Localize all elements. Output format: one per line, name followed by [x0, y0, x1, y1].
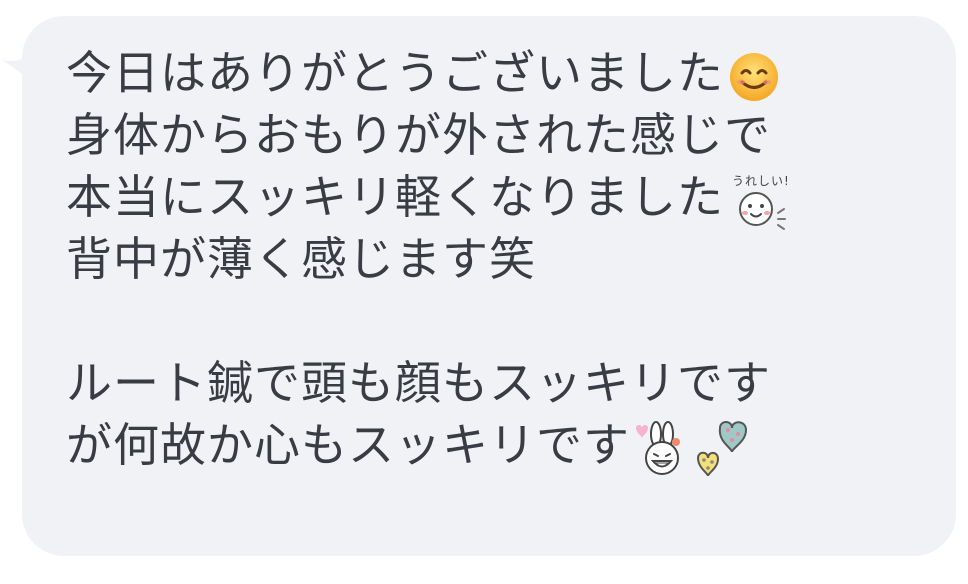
hearts-emoji-icon	[692, 418, 754, 480]
smiling-face-emoji-icon	[728, 51, 780, 103]
sticker-text: うれしい!	[732, 174, 790, 188]
message-line-2: 身体からおもりが外された感じで	[66, 108, 771, 162]
message-line-1: 今日はありがとうございました	[66, 42, 926, 104]
bunny-face-emoji-icon	[634, 420, 688, 478]
message-line-3: 本当にスッキリ軽くなりました うれしい!	[66, 166, 926, 230]
happy-face-sticker-emoji-icon: うれしい!	[728, 169, 792, 233]
message-line-6: が何故か心もスッキリです	[66, 414, 926, 476]
chat-screen: 今日はありがとうございました 身体からおもりが外された感じで 本当にスッキリ軽く…	[0, 0, 968, 584]
message-line-5: ルート鍼で頭も顔もスッキリです	[66, 356, 771, 410]
message-line-4: 背中が薄く感じます笑	[66, 232, 536, 286]
message-text: 今日はありがとうございました 身体からおもりが外された感じで 本当にスッキリ軽く…	[66, 42, 926, 476]
